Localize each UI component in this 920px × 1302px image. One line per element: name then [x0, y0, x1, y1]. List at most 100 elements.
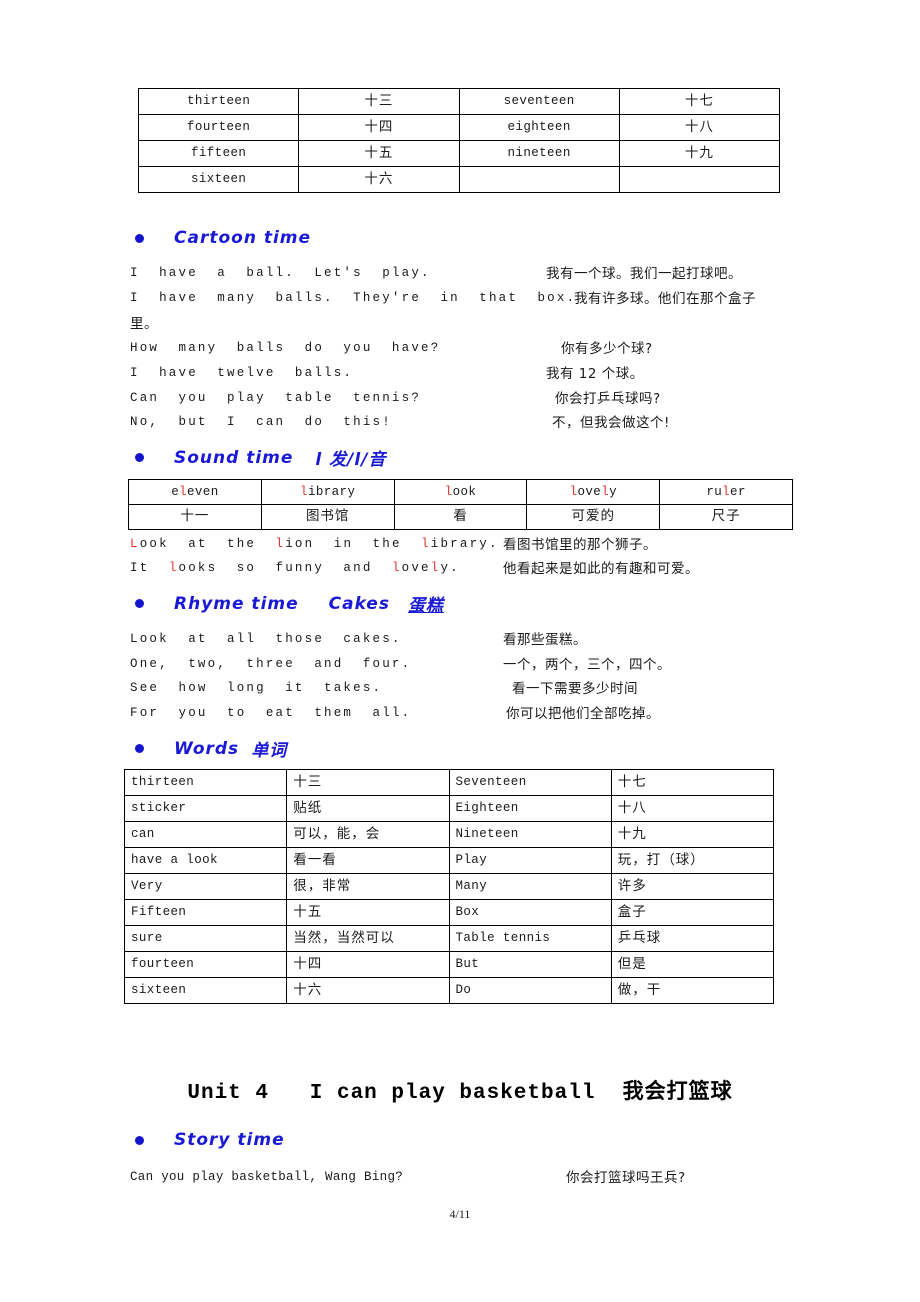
cartoon-line-6-cn: 不，但我会做这个! [552, 411, 670, 432]
line-text: 你有多少个球? [561, 341, 653, 357]
word-meaning-cell: 十九 [610, 821, 775, 848]
word-term-cell: Very [123, 873, 288, 900]
cartoon-line-2-en: I have many balls. They're in that box. [130, 288, 576, 306]
cartoon-line-1-cn: 我有一个球。我们一起打球吧。 [546, 262, 742, 283]
words-table-body: thirteen 十三 Seventeen 十七 sticker 贴纸 Eighteen 十八… [123, 769, 775, 1004]
cell-en: seventeen [458, 88, 620, 115]
word-meaning-cell: 十七 [610, 769, 775, 796]
table-row: sure 当然，当然可以 Table tennis 乒乓球 [123, 925, 775, 952]
word-term-cell: fourteen [123, 951, 288, 978]
line-text: 不，但我会做这个! [552, 415, 670, 431]
bullet-icon [135, 744, 144, 753]
rhyme-line-3-cn: 看一下需要多少时间 [512, 677, 638, 698]
numbers-table-body: thirteen 十三 seventeen 十七 fourteen 十四 eig… [137, 88, 781, 193]
numbers-table: thirteen 十三 seventeen 十七 fourteen 十四 eig… [137, 88, 781, 193]
table-row: can 可以，能，会 Nineteen 十九 [123, 821, 775, 848]
line-text: 看图书馆里的那个狮子。 [503, 537, 657, 553]
word-term-cell: Nineteen [448, 821, 612, 848]
rhyme-line-2-cn: 一个，两个，三个，四个。 [503, 653, 671, 674]
page-number: 4/11 [449, 1207, 471, 1221]
word-meaning-cell: 许多 [610, 873, 775, 900]
word-meaning-cell: 做，干 [610, 977, 775, 1004]
cell-cn: 十六 [298, 166, 460, 193]
table-row: sixteen 十六 [137, 166, 781, 193]
cell-en: fifteen [137, 140, 300, 167]
table-row: sticker 贴纸 Eighteen 十八 [123, 795, 775, 822]
word-meaning-cell: 看一看 [286, 847, 450, 874]
word-meaning-cell: 当然，当然可以 [286, 925, 450, 952]
line-text: 他看起来是如此的有趣和可爱。 [503, 561, 699, 577]
table-row: fifteen 十五 nineteen 十九 [137, 140, 781, 167]
cartoon-line-1-en: I have a ball. Let's play. [130, 263, 431, 281]
line-text: Can you play table tennis? [130, 391, 422, 405]
cartoon-line-3-en: How many balls do you have? [130, 338, 440, 356]
sound-word-cell: lovely [526, 479, 661, 505]
line-text: 看一下需要多少时间 [512, 681, 638, 697]
line-text: 我有许多球。他们在那个盒子 [574, 291, 756, 307]
rhyme-time-title: Cakes [328, 593, 390, 614]
word-term-cell: sticker [123, 795, 288, 822]
story-line-1-cn: 你会打篮球吗王兵? [566, 1166, 686, 1187]
line-text: 你会打乒乓球吗? [555, 391, 661, 407]
cell-en [458, 166, 620, 193]
sound-meaning-cell: 十一 [128, 504, 262, 530]
table-row: sixteen 十六 Do 做，干 [123, 977, 775, 1004]
words-table: thirteen 十三 Seventeen 十七 sticker 贴纸 Eighteen 十八… [123, 769, 775, 1004]
line-text: 你会打篮球吗王兵? [566, 1170, 686, 1186]
line-text: 看那些蛋糕。 [503, 632, 587, 648]
cartoon-line-4-en: I have twelve balls. [130, 363, 353, 381]
bullet-icon [135, 599, 144, 608]
word-meaning-cell: 盒子 [610, 899, 775, 926]
rhyme-time-title-cn: 蛋糕 [407, 596, 444, 616]
cartoon-line-2-cn: 我有许多球。他们在那个盒子 [574, 287, 756, 308]
sound-time-table: eleven library look lovely ruler 十一 图书馆 … [128, 479, 793, 530]
story-time-heading-label: Story time [174, 1130, 285, 1150]
cell-en: sixteen [137, 166, 300, 193]
word-term-cell: thirteen [123, 769, 288, 796]
line-text: Look at all those cakes. [130, 632, 402, 646]
word-term-cell: can [123, 821, 288, 848]
sound-meaning-cell: 看 [393, 504, 528, 530]
word-meaning-cell: 十六 [286, 977, 450, 1004]
table-row: fourteen 十四 But 但是 [123, 951, 775, 978]
word-meaning-cell: 十三 [286, 769, 450, 796]
cartoon-time-heading: Cartoon time [135, 228, 311, 248]
words-heading: Words 单词 [135, 736, 287, 761]
rhyme-line-3-en: See how long it takes. [130, 678, 382, 696]
word-term-cell: have a look [123, 847, 288, 874]
unit4-title-en: Unit 4 I can play basketball [187, 1082, 623, 1105]
word-term-cell: sixteen [123, 977, 288, 1004]
table-row: thirteen 十三 Seventeen 十七 [123, 769, 775, 796]
word-term-cell: Play [448, 847, 612, 874]
cell-cn: 十四 [298, 114, 460, 141]
line-text: Can you play basketball, Wang Bing? [130, 1170, 404, 1184]
word-meaning-cell: 十五 [286, 899, 450, 926]
sound-meaning-cell: 可爱的 [526, 504, 661, 530]
sound-sentence-2-cn: 他看起来是如此的有趣和可爱。 [503, 557, 699, 578]
sound-table-body: eleven library look lovely ruler 十一 图书馆 … [128, 479, 793, 530]
cell-en: eighteen [458, 114, 620, 141]
word-term-cell: Fifteen [123, 899, 288, 926]
sound-meaning-cell: 图书馆 [260, 504, 395, 530]
words-heading-cn: 单词 [251, 741, 288, 761]
table-row: fourteen 十四 eighteen 十八 [137, 114, 781, 141]
table-row: have a look 看一看 Play 玩，打（球） [123, 847, 775, 874]
word-meaning-cell: 但是 [610, 951, 775, 978]
line-text: See how long it takes. [130, 681, 383, 695]
table-row: thirteen 十三 seventeen 十七 [137, 88, 781, 115]
word-term-cell: Table tennis [448, 925, 612, 952]
word-meaning-cell: 乒乓球 [610, 925, 775, 952]
table-row: Very 很，非常 Many 许多 [123, 873, 775, 900]
line-text: 里。 [130, 316, 158, 332]
sound-sentence-1-en: Look at the lion in the library. [130, 534, 499, 552]
line-text: I have many balls. They're in that box. [130, 291, 577, 305]
cartoon-line-5-en: Can you play table tennis? [130, 388, 421, 406]
sound-sentence-2-en: It looks so funny and lovely. [130, 558, 460, 576]
rhyme-line-1-en: Look at all those cakes. [130, 629, 402, 647]
cartoon-line-2-cn-wrap: 里。 [130, 312, 158, 333]
sound-word-cell: eleven [128, 479, 262, 505]
sound-sentence-1-cn: 看图书馆里的那个狮子。 [503, 533, 657, 554]
rhyme-time-heading: Rhyme time Cakes 蛋糕 [135, 591, 444, 616]
cartoon-line-4-cn: 我有 12 个球。 [546, 362, 644, 383]
rhyme-line-4-cn: 你可以把他们全部吃掉。 [506, 702, 660, 723]
